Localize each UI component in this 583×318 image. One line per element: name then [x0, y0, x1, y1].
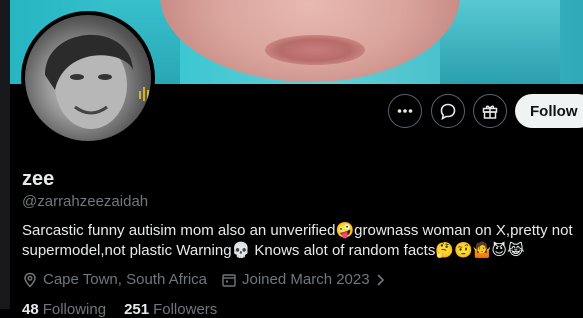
location-text: Cape Town, South Africa — [43, 271, 207, 288]
location: Cape Town, South Africa — [22, 271, 207, 288]
following-label: Following — [42, 301, 107, 318]
banner-scarf-right — [440, 0, 560, 84]
bio-text: Sarcastic funny autisim mom also an unve… — [22, 222, 336, 239]
gift-button[interactable] — [473, 94, 507, 128]
joined-date[interactable]: Joined March 2023 — [221, 271, 386, 288]
follow-button[interactable]: Follow — [515, 94, 583, 128]
following-link[interactable]: 48 Following — [22, 301, 106, 318]
message-button[interactable] — [431, 94, 465, 128]
handle: @zarrahzeezaidah — [22, 193, 149, 210]
zany-face-emoji: 🤪 — [335, 222, 355, 239]
joined-text: Joined March 2023 — [242, 271, 370, 288]
gift-icon — [482, 105, 498, 119]
calendar-icon — [222, 273, 236, 287]
thinking-emoji: 🤔 — [435, 242, 455, 259]
left-edge — [0, 0, 10, 309]
followers-label: Followers — [153, 301, 218, 318]
bio-text: supermodel,not plastic Warning — [22, 242, 232, 259]
bio: Sarcastic funny autisim mom also an unve… — [22, 221, 582, 261]
avatar[interactable] — [21, 11, 155, 145]
bio-line-2: supermodel,not plastic Warning💀 Knows al… — [22, 241, 582, 261]
bio-text: Knows alot of random facts — [250, 242, 436, 259]
more-icon — [397, 109, 413, 113]
banner-lips — [265, 35, 365, 65]
cat-joy-emoji: 😹 — [507, 242, 525, 259]
skull-emoji: 💀 — [231, 242, 251, 259]
following-count: 48 — [22, 301, 39, 318]
bio-text: grownass woman on X,pretty not — [354, 222, 573, 239]
smiling-devil-emoji: 😈 — [491, 242, 508, 259]
followers-count: 251 — [124, 301, 150, 318]
follow-stats: 48 Following 251 Followers — [22, 301, 217, 318]
followers-link[interactable]: 251 Followers — [124, 301, 217, 318]
raised-eyebrow-emoji: 🤨 — [454, 242, 473, 259]
more-button[interactable] — [388, 94, 422, 128]
bio-line-1: Sarcastic funny autisim mom also an unve… — [22, 221, 582, 241]
shrug-emoji: 🤷 — [472, 242, 492, 259]
chevron-right-icon — [377, 273, 384, 286]
location-pin-icon — [24, 272, 36, 288]
profile-meta: Cape Town, South Africa Joined March 202… — [22, 271, 386, 288]
display-name: zee — [22, 168, 55, 190]
message-icon — [440, 103, 456, 120]
